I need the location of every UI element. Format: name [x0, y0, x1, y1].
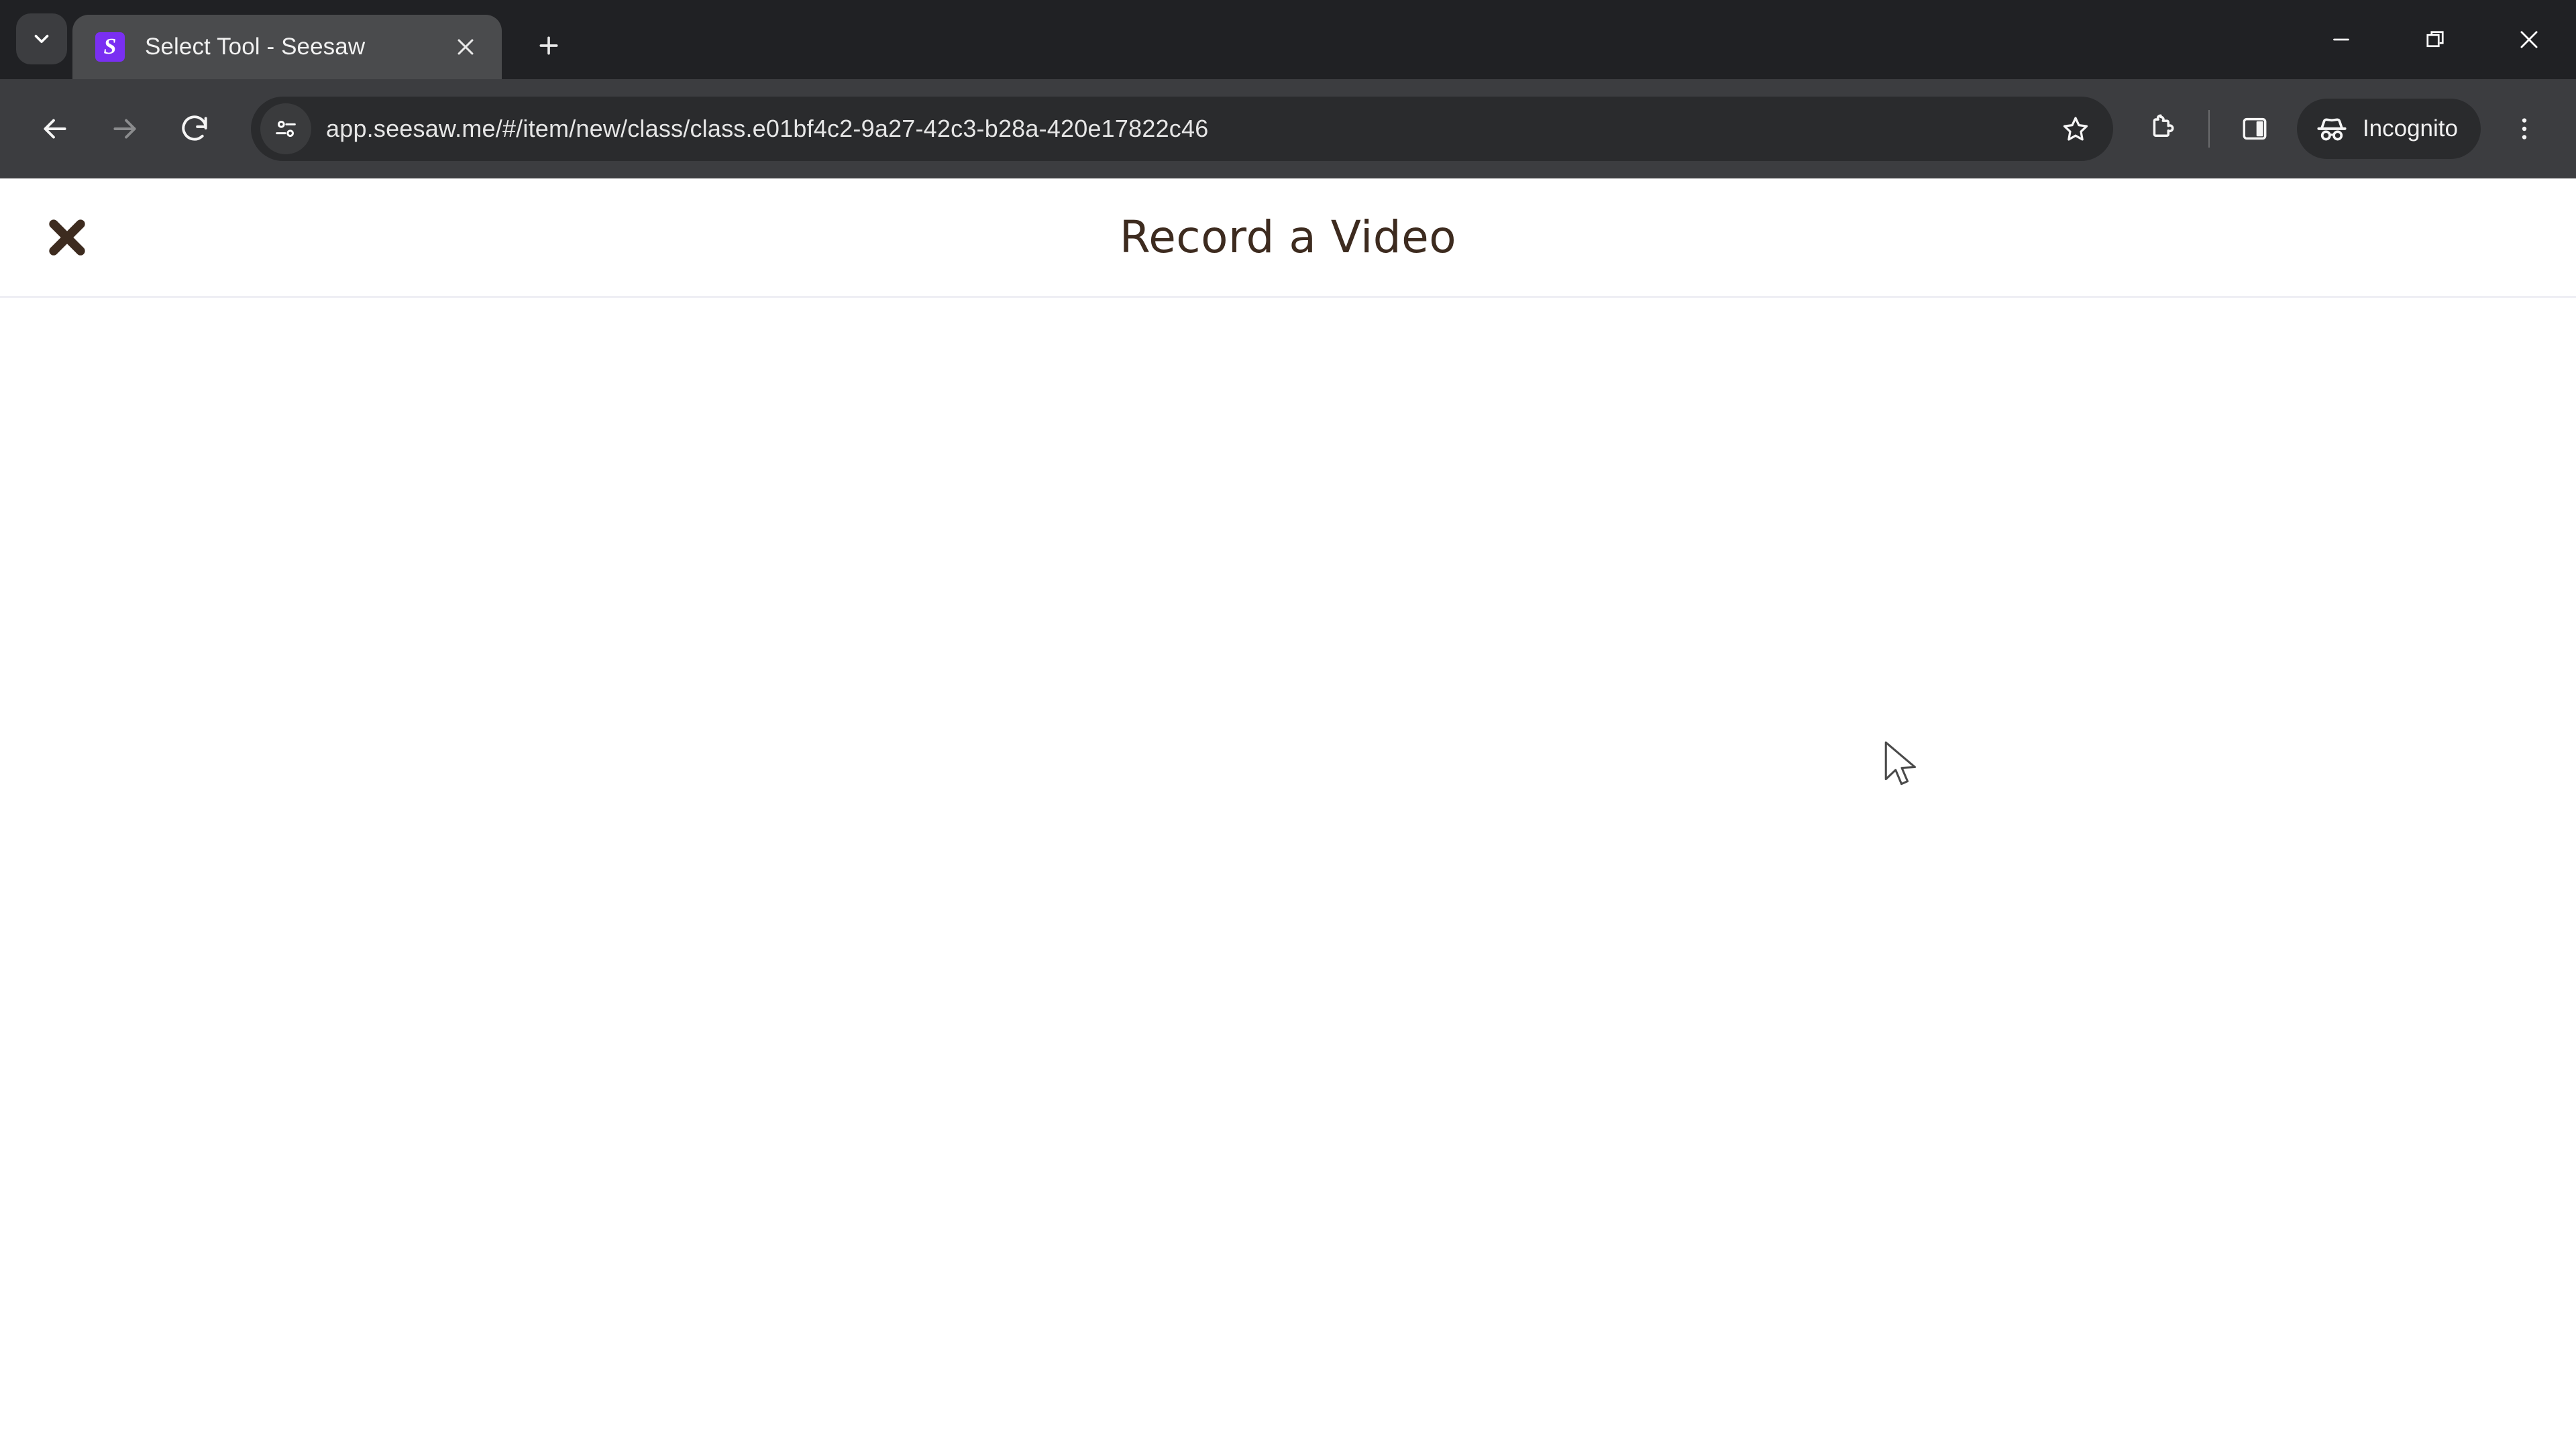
- seesaw-favicon-icon: S: [95, 32, 125, 62]
- chevron-down-icon: [34, 34, 49, 44]
- minimize-icon: [2333, 38, 2349, 41]
- star-icon: [2063, 117, 2088, 141]
- browser-tab-active[interactable]: S Select Tool - Seesaw: [72, 15, 502, 79]
- browser-toolbar: app.seesaw.me/#/item/new/class/class.e01…: [0, 79, 2576, 178]
- tab-strip: S Select Tool - Seesaw: [0, 0, 2576, 79]
- url-text[interactable]: app.seesaw.me/#/item/new/class/class.e01…: [326, 115, 2043, 143]
- page-body-empty: [0, 298, 2576, 1449]
- new-tab-button[interactable]: [525, 21, 573, 70]
- side-panel-button[interactable]: [2224, 99, 2285, 159]
- extensions-puzzle-icon: [2153, 114, 2174, 137]
- window-close-button[interactable]: [2482, 0, 2576, 79]
- window-maximize-button[interactable]: [2388, 0, 2482, 79]
- tab-close-button[interactable]: [447, 28, 484, 66]
- forward-button[interactable]: [93, 97, 157, 161]
- three-dot-menu-icon: [2522, 118, 2527, 140]
- address-bar[interactable]: app.seesaw.me/#/item/new/class/class.e01…: [251, 97, 2113, 161]
- arrow-right-icon: [113, 119, 136, 139]
- site-settings-icon: [276, 120, 296, 137]
- close-x-icon: [49, 219, 85, 256]
- site-settings-button[interactable]: [260, 103, 311, 154]
- plus-icon: [539, 36, 558, 55]
- favicon-letter: S: [103, 34, 117, 59]
- web-page: Record a Video: [0, 178, 2576, 1449]
- window-controls: [2294, 0, 2576, 79]
- side-panel-icon: [2243, 117, 2267, 140]
- page-header: Record a Video: [0, 178, 2576, 298]
- reload-button[interactable]: [162, 97, 227, 161]
- window-minimize-button[interactable]: [2294, 0, 2388, 79]
- arrow-left-icon: [44, 119, 66, 139]
- close-icon: [2520, 31, 2538, 48]
- close-modal-button[interactable]: [36, 207, 98, 268]
- incognito-label: Incognito: [2362, 115, 2458, 142]
- tab-title: Select Tool - Seesaw: [145, 34, 366, 60]
- tab-search-button[interactable]: [16, 13, 67, 64]
- toolbar-divider: [2208, 110, 2210, 148]
- bookmark-button[interactable]: [2050, 103, 2101, 154]
- back-button[interactable]: [23, 97, 87, 161]
- reload-icon: [182, 115, 207, 141]
- page-title: Record a Video: [1119, 211, 1457, 263]
- chrome-menu-button[interactable]: [2496, 100, 2553, 158]
- browser-window: S Select Tool - Seesaw app.seesaw.me/#/i…: [0, 0, 2576, 1449]
- incognito-spy-icon: [2317, 118, 2347, 141]
- restore-icon: [2426, 31, 2444, 48]
- incognito-indicator[interactable]: Incognito: [2296, 99, 2481, 159]
- close-icon: [458, 39, 474, 55]
- extensions-button[interactable]: [2133, 99, 2194, 159]
